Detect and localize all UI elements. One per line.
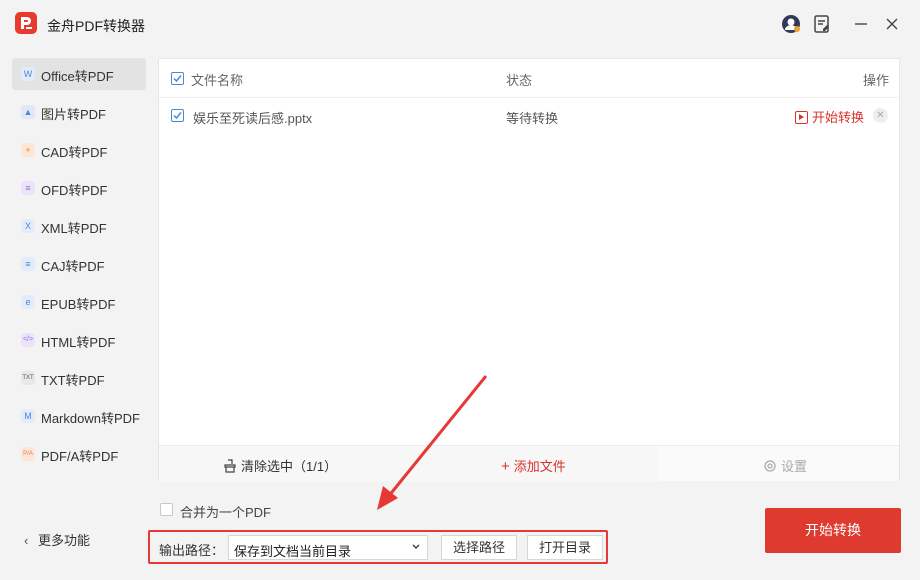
sidebar-item-ofd[interactable]: ≡ OFD转PDF (12, 172, 146, 204)
header-divider (159, 97, 899, 98)
panel-bottom-bar: 清除选中（1/1） + 添加文件 设置 (159, 445, 899, 481)
app-title: 金舟PDF转换器 (47, 18, 145, 34)
chevron-down-icon (412, 544, 420, 549)
html-icon: </> (21, 333, 35, 347)
sidebar-item-label: Office转PDF (41, 69, 114, 84)
more-functions-link[interactable]: ‹ 更多功能 (24, 530, 90, 549)
caj-icon: ≡ (21, 257, 35, 271)
row-checkbox[interactable] (171, 109, 184, 122)
sidebar-item-html[interactable]: </> HTML转PDF (12, 324, 146, 356)
output-path-value: 保存到文档当前目录 (234, 544, 352, 559)
image-icon: ▲ (21, 105, 35, 119)
file-name: 娱乐至死读后感.pptx (193, 111, 313, 126)
epub-icon: e (21, 295, 35, 309)
row-start-convert-button[interactable]: 开始转换 (795, 107, 864, 126)
xml-icon: X (21, 219, 35, 233)
chevron-left-icon: ‹ (24, 533, 29, 548)
feedback-icon[interactable] (811, 13, 833, 35)
clear-selected-button[interactable]: 清除选中（1/1） (223, 456, 337, 475)
sidebar-item-image[interactable]: ▲ 图片转PDF (12, 96, 146, 128)
sidebar-item-label: PDF/A转PDF (41, 449, 119, 464)
column-header-status: 状态 (506, 73, 533, 88)
play-icon (795, 111, 808, 124)
sidebar-item-label: CAJ转PDF (41, 259, 105, 274)
column-header-name: 文件名称 (191, 73, 244, 88)
start-convert-button[interactable]: 开始转换 (765, 508, 901, 553)
file-list-panel: 文件名称 状态 操作 娱乐至死读后感.pptx 等待转换 开始转换 ✕ 清除选中… (158, 58, 900, 481)
merge-pdf-label: 合并为一个PDF (180, 505, 272, 520)
sidebar-item-caj[interactable]: ≡ CAJ转PDF (12, 248, 146, 280)
clear-selected-label: 清除选中（1/1） (241, 459, 338, 474)
sidebar-item-label: CAD转PDF (41, 145, 108, 160)
gear-icon (764, 460, 776, 472)
add-file-label: 添加文件 (513, 459, 566, 474)
select-all-checkbox[interactable] (171, 72, 184, 85)
row-start-convert-label: 开始转换 (812, 110, 865, 125)
markdown-icon: M (21, 409, 35, 423)
choose-path-button[interactable]: 选择路径 (441, 535, 518, 560)
sidebar-item-cad[interactable]: + CAD转PDF (12, 134, 146, 166)
column-header-action: 操作 (863, 73, 890, 88)
broom-icon (224, 459, 236, 473)
sidebar-item-txt[interactable]: TXT TXT转PDF (12, 362, 146, 394)
minimize-icon[interactable] (850, 13, 872, 35)
remove-row-icon[interactable]: ✕ (873, 108, 888, 123)
sidebar-item-label: 图片转PDF (41, 107, 107, 122)
ofd-icon: ≡ (21, 181, 35, 195)
avatar-icon[interactable] (780, 13, 802, 35)
sidebar-item-pdfa[interactable]: P/A PDF/A转PDF (12, 438, 146, 470)
sidebar-item-label: XML转PDF (41, 221, 107, 236)
sidebar: W Office转PDF ▲ 图片转PDF + CAD转PDF ≡ OFD转PD… (0, 54, 156, 554)
sidebar-item-label: EPUB转PDF (41, 297, 116, 312)
sidebar-item-label: TXT转PDF (41, 373, 105, 388)
sidebar-item-markdown[interactable]: M Markdown转PDF (12, 400, 146, 432)
add-file-button[interactable]: + 添加文件 (501, 456, 566, 475)
sidebar-item-label: OFD转PDF (41, 183, 108, 198)
sidebar-item-xml[interactable]: X XML转PDF (12, 210, 146, 242)
cad-icon: + (21, 143, 35, 157)
pdfa-icon: P/A (21, 447, 35, 461)
open-folder-button[interactable]: 打开目录 (527, 535, 604, 560)
output-path-section: 输出路径： 保存到文档当前目录 选择路径 打开目录 (148, 530, 608, 564)
output-path-select[interactable]: 保存到文档当前目录 (228, 535, 428, 560)
txt-icon: TXT (21, 371, 35, 385)
settings-label: 设置 (781, 459, 808, 474)
output-path-label: 输出路径： (159, 543, 225, 558)
more-functions-label: 更多功能 (38, 533, 91, 548)
merge-pdf-checkbox[interactable] (160, 503, 173, 516)
file-status: 等待转换 (506, 111, 559, 126)
title-bar: 金舟PDF转换器 (0, 0, 920, 50)
sidebar-item-epub[interactable]: e EPUB转PDF (12, 286, 146, 318)
sidebar-item-label: HTML转PDF (41, 335, 116, 350)
settings-button[interactable]: 设置 (763, 456, 807, 475)
office-icon: W (21, 67, 35, 81)
app-logo-icon (15, 12, 37, 34)
plus-icon: + (501, 458, 510, 475)
sidebar-item-office[interactable]: W Office转PDF (12, 58, 146, 90)
close-icon[interactable] (881, 13, 903, 35)
sidebar-item-label: Markdown转PDF (41, 411, 140, 426)
